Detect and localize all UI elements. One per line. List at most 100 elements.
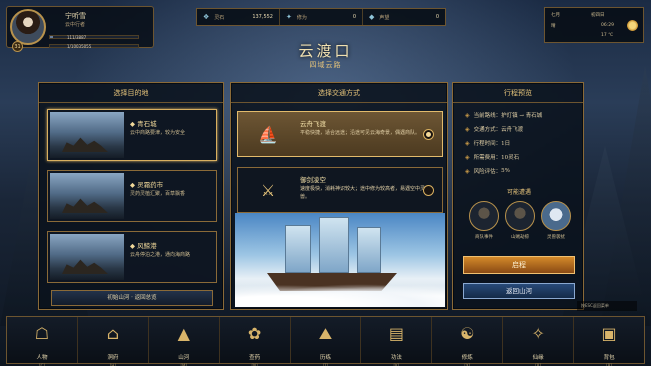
- sun-weather-icon: [627, 20, 638, 31]
- hp-bar: [49, 35, 139, 39]
- encounter-header: 可能遭遇: [506, 189, 531, 196]
- cost-icon: ◈: [465, 153, 470, 161]
- trip-plan-panel: 行程预览 ◈ 当前路线：护灯镇 → 青石城 ◈ 交通方式：云舟飞渡 ◈ 行程时间： 1日…: [452, 82, 584, 310]
- plan-row: ◈ 行程时间： 1日: [465, 139, 511, 148]
- destination-name: ◆ 风鲸港: [130, 242, 157, 250]
- encounter-label: 商队事件: [475, 235, 493, 240]
- plan-header: 行程预览: [453, 83, 583, 103]
- plan-label: 风险评估: [473, 169, 496, 175]
- calendar-widget: 七月 初四日 晴 06:29 17 ℃: [544, 7, 644, 43]
- player-name: 宁听雪: [65, 12, 86, 20]
- player-title: 云中行者: [65, 22, 86, 28]
- nav-scripture[interactable]: ▤ 功法 [K]: [361, 317, 433, 366]
- nav-label: 人物: [36, 355, 48, 361]
- nav-label: 洞府: [107, 355, 119, 361]
- nav-label: 修炼: [461, 355, 473, 361]
- character-icon: ☖: [34, 324, 50, 343]
- plan-label: 当前路线: [473, 113, 496, 119]
- nav-label: 背包: [603, 355, 615, 361]
- return-map-button[interactable]: 返回山河: [463, 283, 575, 299]
- depart-button[interactable]: 启程: [463, 256, 575, 274]
- destination-card[interactable]: ◆ 灵霜药市 灵药灵植汇聚，百草飘香: [47, 170, 217, 222]
- nav-mountain-map[interactable]: ▲ 山河 [M]: [149, 317, 220, 366]
- resource-value: 0: [435, 14, 439, 20]
- return-overview-button[interactable]: 初始山河 · 返回总览: [51, 290, 213, 306]
- nav-character[interactable]: ☖ 人物 [C]: [7, 317, 78, 366]
- encounter-merchant[interactable]: 商队事件: [467, 201, 501, 240]
- resource-bar: ❖ 灵石 137,552 ✦ 修为 0 ◆ 声望 0: [196, 8, 446, 26]
- flying-sword-icon: ⚔: [260, 180, 276, 200]
- destination-desc: 灵药灵植汇聚，百草飘香: [130, 191, 186, 197]
- destination-card[interactable]: ◆ 青石城 云中商路要津，较为安全: [47, 109, 217, 161]
- destination-image: [50, 112, 124, 158]
- scripture-icon: ▤: [388, 324, 404, 343]
- resource-value: 0: [352, 14, 356, 20]
- calendar-day: 初四日: [591, 13, 605, 18]
- transport-panel: 选择交通方式 ⛵ 云舟飞渡 平稳快捷，适合远途；沿途可见云海奇景，偶遇商队。 ⚔…: [230, 82, 448, 310]
- transport-option-cloud-ship[interactable]: ⛵ 云舟飞渡 平稳快捷，适合远途；沿途可见云海奇景，偶遇商队。: [237, 111, 443, 157]
- nav-destiny[interactable]: ✧ 仙缘 [R]: [503, 317, 575, 366]
- transport-radio[interactable]: [423, 185, 434, 196]
- plan-value: 1日: [501, 141, 511, 147]
- destination-image: [50, 234, 124, 280]
- transport-name: 御剑凌空: [300, 176, 326, 184]
- herb-icon: ✿: [247, 324, 262, 343]
- resource-label: 修为: [296, 14, 307, 21]
- mountain-map-icon: ▲: [177, 324, 190, 343]
- hp-bar-fill: [50, 36, 53, 38]
- destination-name: ◆ 青石城: [130, 120, 157, 128]
- plan-value: 云舟飞渡: [501, 127, 524, 133]
- beast-portrait: [541, 201, 571, 231]
- destination-card[interactable]: ◆ 风鲸港 云舟停泊之港，通向海商路: [47, 231, 217, 283]
- plan-value: 10灵石: [501, 155, 520, 161]
- nav-meditation[interactable]: ☯ 修炼 [X]: [432, 317, 504, 366]
- transport-name: 云舟飞渡: [300, 120, 326, 128]
- destination-header: 选择目的地: [39, 83, 223, 103]
- nav-label: 仙缘: [532, 355, 544, 361]
- destination-desc: 云中商路要津，较为安全: [130, 130, 186, 136]
- encounter-label: 灵兽袭扰: [547, 235, 565, 240]
- destination-desc: 云舟停泊之港，通向海商路: [130, 252, 191, 258]
- destination-name: ◆ 灵霜药市: [130, 181, 164, 189]
- transport-option-sword[interactable]: ⚔ 御剑凌空 速度极快，消耗神识较大；途中修为较高者，易遇空中灵兽。: [237, 167, 443, 213]
- weather-label: 晴: [551, 24, 556, 29]
- nav-label: 历练: [320, 355, 332, 361]
- nav-training[interactable]: ⛰ 历练 [T]: [291, 317, 362, 366]
- location-title: 云渡口: [298, 42, 353, 60]
- plan-label: 所需费用: [473, 155, 496, 161]
- nav-herb[interactable]: ✿ 查药 [N]: [220, 317, 291, 366]
- spirit-stone-icon: ❖: [203, 13, 210, 21]
- plan-value: 护灯镇 → 青石城: [501, 113, 543, 119]
- encounter-beast[interactable]: 灵兽袭扰: [539, 201, 573, 240]
- calendar-time: 06:29: [601, 23, 614, 28]
- encounter-bandit[interactable]: 山贼劫掠: [503, 201, 537, 240]
- plan-row: ◈ 交通方式：云舟飞渡: [465, 125, 524, 134]
- destination-panel: 选择目的地 ◆ 青石城 云中商路要津，较为安全 ◆ 灵霜药市 灵药灵植汇聚，百草…: [38, 82, 224, 310]
- resource-value: 137,552: [252, 14, 273, 20]
- cultivation-icon: ✦: [286, 13, 292, 21]
- plan-label: 行程时间: [473, 141, 496, 147]
- transport-desc: 平稳快捷，适合远途；沿途可见云海奇景，偶遇商队。: [300, 130, 421, 136]
- destination-image: [50, 173, 124, 219]
- bottom-nav: ☖ 人物 [C] ⌂ 洞府 [H] ▲ 山河 [M] ✿ 查药 [N] ⛰ 历练 [T] ▤ 功法 [K…: [6, 316, 645, 366]
- resource-label: 灵石: [214, 14, 225, 21]
- training-icon: ⛰: [318, 324, 333, 343]
- nav-label: 山河: [178, 355, 190, 361]
- plan-label: 交通方式: [473, 127, 496, 133]
- resource-cultivation: ✦ 修为 0: [280, 9, 363, 25]
- location-subtitle: 四域云路: [309, 61, 342, 69]
- nav-label: 功法: [390, 355, 402, 361]
- esc-hint: 按ESC返回菜单: [577, 301, 637, 311]
- risk-icon: ◈: [465, 167, 470, 175]
- bag-icon: ▣: [601, 324, 617, 343]
- transport-header: 选择交通方式: [231, 83, 447, 103]
- transport-radio[interactable]: [423, 129, 434, 140]
- resource-reputation: ◆ 声望 0: [363, 9, 445, 25]
- nav-cave-home[interactable]: ⌂ 洞府 [H]: [78, 317, 149, 366]
- calendar-season: 七月: [551, 13, 560, 18]
- route-icon: ◈: [465, 111, 470, 119]
- time-icon: ◈: [465, 139, 470, 147]
- cave-home-icon: ⌂: [106, 324, 119, 343]
- nav-bag[interactable]: ▣ 背包 [B]: [574, 317, 644, 366]
- resource-spirit-stone: ❖ 灵石 137,552: [197, 9, 280, 25]
